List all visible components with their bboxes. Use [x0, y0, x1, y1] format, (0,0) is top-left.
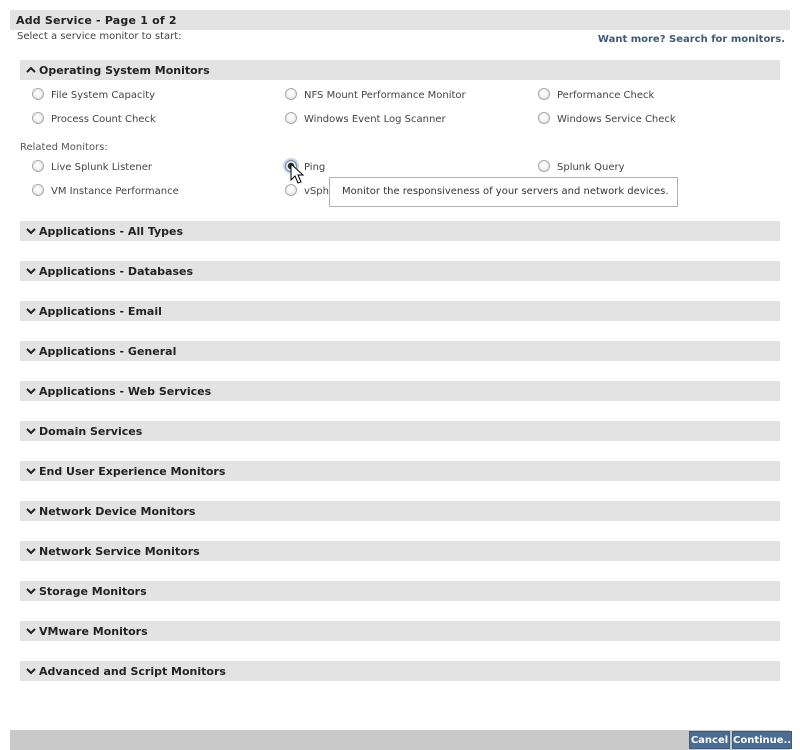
section-label: Network Device Monitors [39, 505, 196, 518]
radio-button[interactable] [285, 88, 297, 100]
section-applications-databases[interactable]: Applications - Databases [20, 261, 780, 281]
page-subtitle: Select a service monitor to start: [17, 31, 182, 42]
cancel-button[interactable]: Cancel [689, 731, 730, 749]
ping-tooltip: Monitor the responsiveness of your serve… [329, 177, 678, 207]
section-applications-email[interactable]: Applications - Email [20, 301, 780, 321]
chevron-down-icon [26, 226, 36, 236]
option-label[interactable]: Performance Check [557, 90, 654, 101]
option-label[interactable]: Process Count Check [51, 114, 156, 125]
section-storage-monitors[interactable]: Storage Monitors [20, 581, 780, 601]
chevron-down-icon [26, 306, 36, 316]
radio-button[interactable] [32, 160, 44, 172]
chevron-down-icon [26, 666, 36, 676]
radio-button[interactable] [32, 88, 44, 100]
option-label[interactable]: VM Instance Performance [51, 186, 179, 197]
section-network-service-monitors[interactable]: Network Service Monitors [20, 541, 780, 561]
section-applications-all-types[interactable]: Applications - All Types [20, 221, 780, 241]
search-monitors-link[interactable]: Want more? Search for monitors. [598, 34, 785, 45]
page-title: Add Service - Page 1 of 2 [10, 10, 790, 30]
section-applications-web-services[interactable]: Applications - Web Services [20, 381, 780, 401]
chevron-down-icon [26, 586, 36, 596]
section-operating-system-monitors[interactable]: Operating System Monitors [20, 60, 780, 80]
section-label: VMware Monitors [39, 625, 148, 638]
radio-button[interactable] [538, 112, 550, 124]
option-label[interactable]: Live Splunk Listener [51, 162, 152, 173]
chevron-down-icon [26, 346, 36, 356]
option-label[interactable]: Ping [304, 162, 325, 173]
footer-bar [10, 730, 790, 750]
section-network-device-monitors[interactable]: Network Device Monitors [20, 501, 780, 521]
radio-button[interactable] [285, 112, 297, 124]
option-label[interactable]: NFS Mount Performance Monitor [304, 90, 466, 101]
section-domain-services[interactable]: Domain Services [20, 421, 780, 441]
radio-button[interactable] [538, 88, 550, 100]
continue-button[interactable]: Continue... [732, 731, 795, 749]
section-label: Network Service Monitors [39, 545, 200, 558]
section-label: Applications - All Types [39, 225, 184, 238]
radio-button[interactable] [32, 112, 44, 124]
option-label[interactable]: File System Capacity [51, 90, 155, 101]
radio-button[interactable] [285, 184, 297, 196]
section-label: Domain Services [39, 425, 143, 438]
section-label: Advanced and Script Monitors [39, 665, 226, 678]
section-advanced-and-script-monitors[interactable]: Advanced and Script Monitors [20, 661, 780, 681]
section-label: Applications - Web Services [39, 385, 212, 398]
section-label: Operating System Monitors [39, 64, 210, 77]
related-monitors-label: Related Monitors: [20, 142, 108, 153]
section-label: Applications - Databases [39, 265, 194, 278]
chevron-down-icon [26, 466, 36, 476]
chevron-down-icon [26, 626, 36, 636]
section-label: Applications - Email [39, 305, 162, 318]
option-label[interactable]: Splunk Query [557, 162, 625, 173]
option-label[interactable]: Windows Service Check [557, 114, 676, 125]
chevron-up-icon [26, 65, 36, 75]
chevron-down-icon [26, 546, 36, 556]
chevron-down-icon [26, 506, 36, 516]
chevron-down-icon [26, 426, 36, 436]
radio-button[interactable] [538, 160, 550, 172]
option-label[interactable]: Windows Event Log Scanner [304, 114, 446, 125]
mouse-cursor-icon [290, 163, 304, 184]
radio-button[interactable] [32, 184, 44, 196]
section-label: End User Experience Monitors [39, 465, 226, 478]
chevron-down-icon [26, 266, 36, 276]
section-vmware-monitors[interactable]: VMware Monitors [20, 621, 780, 641]
section-end-user-experience-monitors[interactable]: End User Experience Monitors [20, 461, 780, 481]
section-applications-general[interactable]: Applications - General [20, 341, 780, 361]
chevron-down-icon [26, 386, 36, 396]
section-label: Storage Monitors [39, 585, 147, 598]
section-label: Applications - General [39, 345, 177, 358]
option-label[interactable]: vSph [304, 186, 329, 197]
